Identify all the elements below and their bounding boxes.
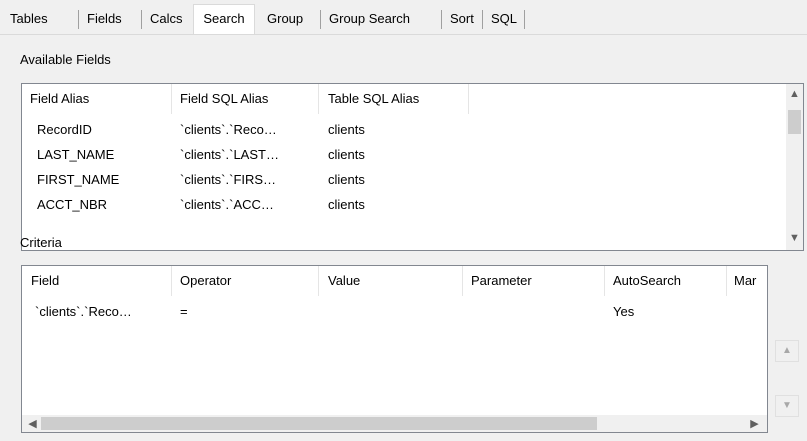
- scrollbar-thumb[interactable]: [788, 110, 801, 134]
- column-divider[interactable]: [462, 266, 463, 296]
- column-divider[interactable]: [318, 84, 319, 114]
- criteria-operator-cell: =: [180, 304, 188, 319]
- tab-separator: [482, 10, 483, 29]
- column-divider[interactable]: [318, 266, 319, 296]
- tab-separator: [441, 10, 442, 29]
- move-down-button[interactable]: ▼: [775, 395, 799, 417]
- field-sql-alias-cell: `clients`.`FIRS…: [180, 172, 277, 187]
- move-up-icon: ▲: [782, 345, 792, 356]
- field-alias-cell: RecordID: [37, 122, 92, 137]
- tab-group[interactable]: Group: [267, 8, 303, 30]
- vertical-scrollbar[interactable]: ▲ ▼: [786, 84, 803, 250]
- column-divider[interactable]: [171, 84, 172, 114]
- table-sql-alias-cell: clients: [328, 197, 365, 212]
- tab-strip: Tables Fields Calcs Search Group Group S…: [0, 0, 807, 35]
- column-divider[interactable]: [604, 266, 605, 296]
- tab-tables[interactable]: Tables: [10, 8, 48, 30]
- search-panel: Available Fields Field Alias Field SQL A…: [4, 35, 807, 441]
- tab-calcs[interactable]: Calcs: [150, 8, 183, 30]
- column-header-operator[interactable]: Operator: [180, 266, 316, 296]
- column-header-field-alias[interactable]: Field Alias: [30, 84, 170, 114]
- table-sql-alias-cell: clients: [328, 122, 365, 137]
- column-header-field-sql-alias[interactable]: Field SQL Alias: [180, 84, 316, 114]
- field-alias-cell: ACCT_NBR: [37, 197, 108, 212]
- table-sql-alias-cell: clients: [328, 147, 365, 162]
- column-divider[interactable]: [171, 266, 172, 296]
- scroll-left-icon[interactable]: ◀: [24, 417, 41, 430]
- column-header-parameter[interactable]: Parameter: [471, 266, 601, 296]
- field-sql-alias-cell: `clients`.`LAST…: [180, 147, 279, 162]
- scroll-down-icon[interactable]: ▼: [786, 232, 803, 244]
- tab-separator: [78, 10, 79, 29]
- available-fields-list[interactable]: Field Alias Field SQL Alias Table SQL Al…: [21, 83, 804, 251]
- field-alias-cell: FIRST_NAME: [37, 172, 120, 187]
- column-header-mar[interactable]: Mar: [734, 266, 764, 296]
- criteria-label: Criteria: [20, 235, 62, 250]
- criteria-autosearch-cell: Yes: [613, 304, 635, 319]
- criteria-value-cell: [328, 300, 448, 324]
- scroll-up-icon[interactable]: ▲: [786, 88, 803, 100]
- tab-separator: [141, 10, 142, 29]
- tab-sql[interactable]: SQL: [491, 8, 517, 30]
- tab-separator: [320, 10, 321, 29]
- criteria-list[interactable]: Field Operator Value Parameter AutoSearc…: [21, 265, 768, 433]
- scrollbar-thumb[interactable]: [41, 417, 597, 430]
- tab-separator: [524, 10, 525, 29]
- table-sql-alias-cell: clients: [328, 172, 365, 187]
- criteria-parameter-cell: [471, 300, 591, 324]
- column-header-table-sql-alias[interactable]: Table SQL Alias: [328, 84, 468, 114]
- scroll-right-icon[interactable]: ▶: [746, 417, 763, 430]
- field-alias-cell: LAST_NAME: [37, 147, 115, 162]
- criteria-mar-cell: [734, 300, 764, 324]
- tab-sort[interactable]: Sort: [450, 8, 474, 30]
- tab-fields[interactable]: Fields: [87, 8, 122, 30]
- column-header-field[interactable]: Field: [31, 266, 171, 296]
- field-sql-alias-cell: `clients`.`ACC…: [180, 197, 274, 212]
- tab-search[interactable]: Search: [193, 4, 255, 34]
- criteria-field-cell: `clients`.`Reco…: [35, 304, 132, 319]
- column-header-value[interactable]: Value: [328, 266, 458, 296]
- column-divider[interactable]: [726, 266, 727, 296]
- column-divider[interactable]: [468, 84, 469, 114]
- column-header-autosearch[interactable]: AutoSearch: [613, 266, 723, 296]
- field-sql-alias-cell: `clients`.`Reco…: [180, 122, 277, 137]
- horizontal-scrollbar[interactable]: ◀ ▶: [22, 415, 767, 432]
- move-up-button[interactable]: ▲: [775, 340, 799, 362]
- move-down-icon: ▼: [782, 400, 792, 411]
- tab-group-search[interactable]: Group Search: [329, 8, 410, 30]
- available-fields-label: Available Fields: [20, 52, 111, 67]
